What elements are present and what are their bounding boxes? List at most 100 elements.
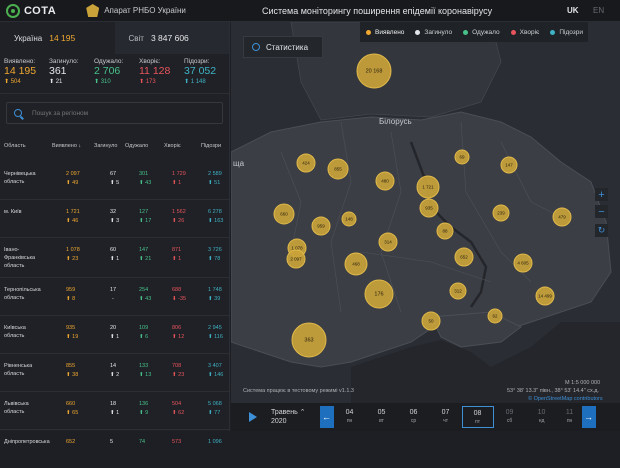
lang-uk-button[interactable]: UK xyxy=(567,6,579,15)
case-bubble[interactable]: 480 xyxy=(375,171,395,191)
day-cell[interactable]: 07 чт xyxy=(430,409,462,425)
delta-value: 5 xyxy=(116,180,120,186)
case-bubble[interactable]: 468 xyxy=(344,252,368,276)
prev-day-button[interactable]: ← xyxy=(319,406,334,428)
case-bubble[interactable]: 363 xyxy=(291,322,327,358)
page-title: Система моніторингу поширення епідемії к… xyxy=(262,6,493,16)
delta-value: 43 xyxy=(145,296,152,302)
delta-recovered: ⬆ 43 xyxy=(139,180,152,186)
legend-label: Одужало xyxy=(472,28,500,36)
play-icon[interactable] xyxy=(249,412,257,422)
day-cell[interactable]: 05 вт xyxy=(366,409,398,425)
case-bubble[interactable]: 959 xyxy=(311,216,331,236)
case-bubble[interactable]: 69 xyxy=(454,149,470,165)
osm-attribution-link[interactable]: © OpenStreetMap contributors xyxy=(528,396,603,402)
zoom-in-button[interactable]: + xyxy=(595,188,608,201)
delta-ill: ⬆ 23 xyxy=(172,372,185,378)
case-bubble[interactable]: 147 xyxy=(500,156,518,174)
sota-logo[interactable]: СОТА xyxy=(6,3,57,18)
delta-ill: ⬆ 1 xyxy=(172,180,182,186)
region-table: Чернівецька область 2 097 67 301 1 729 2… xyxy=(0,162,230,468)
lang-en-button[interactable]: EN xyxy=(593,6,604,15)
tab-world[interactable]: Світ 3 847 606 xyxy=(114,22,229,54)
case-bubble[interactable]: 935 xyxy=(419,198,439,218)
table-row[interactable]: Львівська область 660 18 136 504 5 068 ⬆… xyxy=(0,392,230,430)
reset-view-button[interactable]: ↻ xyxy=(595,224,608,237)
cell-suspect: 2 945 xyxy=(208,325,222,331)
stat-delta-value: 1 148 xyxy=(190,79,206,85)
search-input[interactable] xyxy=(32,109,212,117)
stat-recovered: Одужало: 2 706 ⬆ 310 xyxy=(94,58,139,93)
legend-recovered[interactable]: Одужало xyxy=(463,28,500,36)
col-detected[interactable]: Виявлено ↓ xyxy=(52,143,81,149)
case-bubble[interactable]: 4 605 xyxy=(513,253,533,273)
col-dead[interactable]: Загинуло xyxy=(94,143,117,149)
region-search[interactable] xyxy=(6,102,223,124)
col-recovered[interactable]: Одужало xyxy=(125,143,148,149)
delta-dead: ⬆ 5 xyxy=(110,180,120,186)
legend-ill[interactable]: Хворіє xyxy=(510,29,539,36)
case-bubble[interactable]: 20 168 xyxy=(356,53,392,89)
cell-ill: 573 xyxy=(172,439,182,445)
cell-detected: 855 xyxy=(66,363,76,369)
case-bubble[interactable]: 479 xyxy=(552,207,572,227)
day-cell[interactable]: 11 пн xyxy=(558,409,582,425)
day-cell[interactable]: 10 нд xyxy=(526,409,558,425)
case-bubble[interactable]: 660 xyxy=(273,203,295,225)
case-bubble[interactable]: 176 xyxy=(364,279,394,309)
day-cell[interactable]: 04 пн xyxy=(334,409,366,425)
bubble-label: 312 xyxy=(454,289,462,294)
table-row[interactable]: Тернопільська область 959 17 254 688 1 7… xyxy=(0,278,230,316)
delta-dead: ⬆ 2 xyxy=(110,372,120,378)
case-bubble[interactable]: 312 xyxy=(449,282,467,300)
map-panel[interactable]: 20 168 424 855 480 1 721 935 69 147 660 959 148 239… xyxy=(231,22,620,431)
day-cell-selected[interactable]: 08 пт xyxy=(461,406,494,428)
logo-text: СОТА xyxy=(24,4,57,17)
bubble-label: 480 xyxy=(381,179,389,184)
legend-detected[interactable]: Виявлено xyxy=(366,29,404,36)
col-region[interactable]: Область xyxy=(4,143,26,149)
case-bubble[interactable]: 1 721 xyxy=(416,175,440,199)
top-bar: СОТА Апарат РНБО України Система монітор… xyxy=(0,0,620,22)
day-cell[interactable]: 09 сб xyxy=(494,409,526,425)
tab-ukraine[interactable]: Україна 14 195 xyxy=(0,22,115,54)
case-bubble[interactable]: 88 xyxy=(436,222,454,240)
case-bubble[interactable]: 14 499 xyxy=(535,286,555,306)
case-bubble[interactable]: 855 xyxy=(327,158,349,180)
table-row[interactable]: Рівненська область 855 14 133 708 3 407 … xyxy=(0,354,230,392)
table-row[interactable]: Івано-Франківська область 1 078 60 147 8… xyxy=(0,238,230,278)
table-row[interactable]: Чернівецька область 2 097 67 301 1 729 2… xyxy=(0,162,230,200)
day-cell[interactable]: 06 ср xyxy=(398,409,430,425)
region-name: Київська область xyxy=(4,325,26,339)
case-bubble[interactable]: 239 xyxy=(492,204,510,222)
bubble-label: 20 168 xyxy=(366,69,383,75)
trident-emblem-icon xyxy=(86,4,100,17)
zoom-out-button[interactable]: − xyxy=(595,205,608,218)
table-row[interactable]: Дніпропетровська 652 5 74 573 1 096 xyxy=(0,430,230,468)
case-bubble[interactable]: 50 xyxy=(421,311,441,331)
delta-value: 116 xyxy=(214,334,223,340)
cell-dead: 18 xyxy=(110,401,117,407)
case-bubble[interactable]: 424 xyxy=(296,153,316,173)
bubble-label: 959 xyxy=(317,224,325,229)
case-bubble[interactable]: 2 097 xyxy=(286,249,306,269)
case-bubble[interactable]: 314 xyxy=(378,232,398,252)
statistics-button[interactable]: Статистика xyxy=(243,36,323,58)
case-bubble[interactable]: 652 xyxy=(454,247,474,267)
month-selector[interactable]: Травень ⌃ 2020 xyxy=(271,408,306,426)
table-row[interactable]: м. Київ 1 721 32 127 1 562 6 278 ⬆ 46 ⬆ … xyxy=(0,200,230,238)
col-suspect[interactable]: Підозри xyxy=(201,143,221,149)
stat-value: 11 128 xyxy=(139,65,171,77)
delta-detected: ⬆ 65 xyxy=(66,410,79,416)
delta-value: 19 xyxy=(72,334,79,340)
cell-dead: 14 xyxy=(110,363,117,369)
legend-dead[interactable]: Загинуло xyxy=(415,29,452,36)
table-row[interactable]: Київська область 935 20 109 806 2 945 ⬆ … xyxy=(0,316,230,354)
case-bubble[interactable]: 148 xyxy=(341,211,357,227)
cell-recovered: 301 xyxy=(139,171,149,177)
col-ill[interactable]: Хворіє xyxy=(164,143,181,149)
case-bubble[interactable]: 62 xyxy=(487,308,503,324)
next-day-button[interactable]: → xyxy=(581,406,596,428)
stat-delta-value: 310 xyxy=(100,79,111,85)
legend-suspect[interactable]: Підозри xyxy=(550,29,583,36)
